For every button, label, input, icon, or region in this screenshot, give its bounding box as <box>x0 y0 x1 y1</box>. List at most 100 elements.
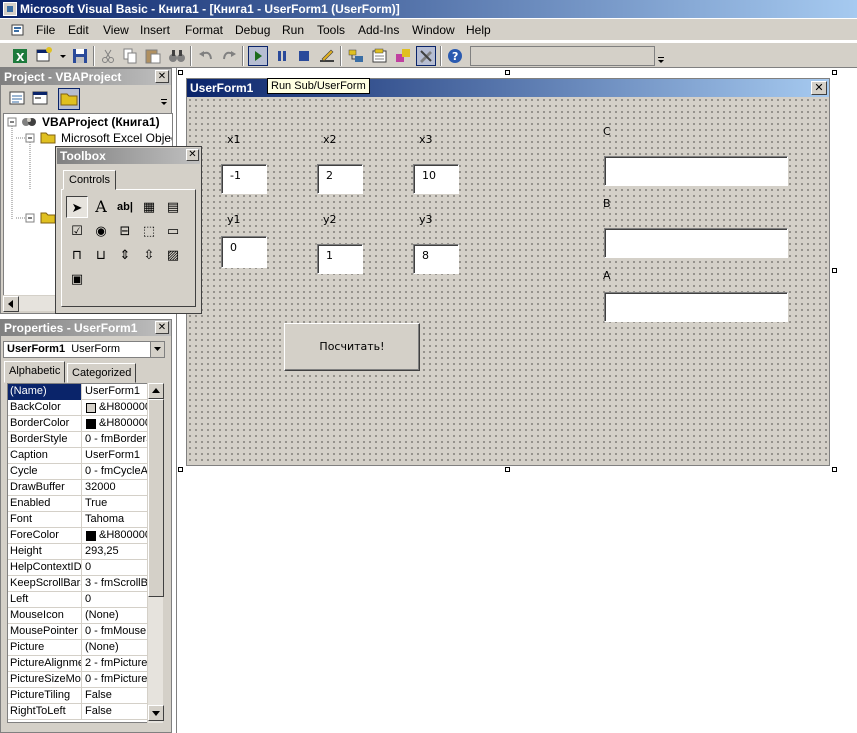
find-icon[interactable] <box>167 46 187 66</box>
design-mode-icon[interactable] <box>317 46 337 66</box>
property-value[interactable]: 0 <box>83 592 149 608</box>
property-row[interactable]: (Name) UserForm1 <box>8 384 148 400</box>
project-explorer-icon[interactable] <box>346 46 366 66</box>
property-value[interactable]: 0 - fmPictureS <box>83 672 149 688</box>
label-b[interactable]: B <box>603 197 611 210</box>
property-row[interactable]: MousePointer 0 - fmMouseP <box>8 624 149 640</box>
property-value[interactable]: (None) <box>83 608 149 624</box>
property-value[interactable]: 0 - fmMouseP <box>83 624 149 640</box>
property-row[interactable]: Height 293,25 <box>8 544 148 560</box>
resize-handle[interactable] <box>178 70 183 75</box>
break-icon[interactable] <box>272 46 292 66</box>
property-row[interactable]: Cycle 0 - fmCycleAl <box>8 464 149 480</box>
property-value[interactable]: 0 - fmBorderS <box>83 432 149 448</box>
excel-icon[interactable]: X <box>10 46 30 66</box>
userform-close-icon[interactable]: ✕ <box>811 81 827 95</box>
textbox-x1[interactable]: -1 <box>221 164 267 194</box>
label-y2[interactable]: y2 <box>323 213 337 226</box>
tool-spinbutton-icon[interactable]: ⇳ <box>138 244 160 266</box>
property-row[interactable]: MouseIcon (None) <box>8 608 148 624</box>
property-value[interactable]: True <box>83 496 149 512</box>
property-value[interactable]: 2 - fmPictureA <box>83 656 149 672</box>
properties-icon[interactable] <box>370 46 390 66</box>
property-value[interactable]: False <box>83 688 149 704</box>
tool-image-icon[interactable]: ▨ <box>162 244 184 266</box>
view-code-icon[interactable] <box>7 88 27 108</box>
run-icon[interactable] <box>248 46 268 66</box>
property-value[interactable]: 0 - fmCycleAl <box>83 464 149 480</box>
cut-icon[interactable] <box>98 46 118 66</box>
tab-alphabetic[interactable]: Alphabetic <box>4 361 66 383</box>
tool-checkbox-icon[interactable]: ☑ <box>66 220 88 242</box>
resize-handle[interactable] <box>832 467 837 472</box>
textbox-b[interactable] <box>604 228 788 258</box>
resize-handle[interactable] <box>505 70 510 75</box>
menu-view[interactable]: View <box>103 23 129 37</box>
label-x3[interactable]: x3 <box>419 133 433 146</box>
property-value[interactable]: (None) <box>83 640 149 656</box>
property-row[interactable]: Enabled True <box>8 496 148 512</box>
property-row[interactable]: BorderStyle 0 - fmBorderS <box>8 432 149 448</box>
tool-optionbutton-icon[interactable]: ◉ <box>90 220 112 242</box>
property-row[interactable]: Caption UserForm1 <box>8 448 148 464</box>
property-value[interactable]: 3 - fmScrollBa <box>83 576 149 592</box>
property-row[interactable]: Font Tahoma <box>8 512 148 528</box>
property-row[interactable]: DrawBuffer 32000 <box>8 480 148 496</box>
property-value[interactable]: Tahoma <box>83 512 149 528</box>
insert-userform-icon[interactable] <box>34 46 54 66</box>
property-value[interactable]: UserForm1 <box>83 448 149 464</box>
label-y3[interactable]: y3 <box>419 213 433 226</box>
label-y1[interactable]: y1 <box>227 213 241 226</box>
vba-menu-icon[interactable] <box>10 22 26 38</box>
property-row[interactable]: BackColor &H800000 <box>8 400 149 416</box>
tool-commandbutton-icon[interactable]: ▭ <box>162 220 184 242</box>
textbox-y3[interactable]: 8 <box>413 244 459 274</box>
property-value[interactable]: UserForm1 <box>83 384 149 400</box>
resize-handle[interactable] <box>505 467 510 472</box>
tool-textbox-icon[interactable]: ab| <box>114 196 136 218</box>
toggle-folders-icon[interactable] <box>58 88 80 110</box>
scroll-left-icon[interactable] <box>3 296 19 312</box>
property-row[interactable]: HelpContextID 0 <box>8 560 148 576</box>
tree-vbaproject[interactable]: VBAProject (Книга1) <box>42 115 160 129</box>
properties-close-icon[interactable]: ✕ <box>155 321 169 334</box>
chevron-down-icon[interactable] <box>150 342 164 357</box>
menu-window[interactable]: Window <box>412 23 455 37</box>
undo-icon[interactable] <box>196 46 216 66</box>
label-x1[interactable]: x1 <box>227 133 241 146</box>
project-toolbar-options-icon[interactable] <box>159 88 169 108</box>
menu-tools[interactable]: Tools <box>317 23 345 37</box>
object-browser-icon[interactable] <box>393 46 413 66</box>
tool-frame-icon[interactable]: ⬚ <box>138 220 160 242</box>
copy-icon[interactable] <box>120 46 140 66</box>
property-row[interactable]: ForeColor &H800000 <box>8 528 149 544</box>
toolbar-options-icon[interactable] <box>656 46 666 66</box>
property-row[interactable]: Left 0 <box>8 592 148 608</box>
menu-help[interactable]: Help <box>466 23 491 37</box>
paste-icon[interactable] <box>143 46 163 66</box>
resize-handle[interactable] <box>832 70 837 75</box>
property-row[interactable]: Picture (None) <box>8 640 148 656</box>
tool-tabstrip-icon[interactable]: ⊓ <box>66 244 88 266</box>
property-value[interactable]: False <box>83 704 149 720</box>
property-row[interactable]: BorderColor &H800000 <box>8 416 149 432</box>
scroll-up-icon[interactable] <box>148 383 164 399</box>
view-object-icon[interactable] <box>30 88 50 108</box>
textbox-x2[interactable]: 2 <box>317 164 363 194</box>
calculate-button[interactable]: Посчитать! <box>284 323 420 371</box>
tool-refedit-icon[interactable]: ▣ <box>66 268 88 290</box>
property-row[interactable]: RightToLeft False <box>8 704 148 720</box>
textbox-a[interactable] <box>604 292 788 322</box>
tool-select-objects-icon[interactable]: ➤ <box>66 196 88 218</box>
property-row[interactable]: PictureSizeMod 0 - fmPictureS <box>8 672 149 688</box>
menu-debug[interactable]: Debug <box>235 23 270 37</box>
project-close-icon[interactable]: ✕ <box>155 70 169 83</box>
reset-icon[interactable] <box>294 46 314 66</box>
menu-insert[interactable]: Insert <box>140 23 170 37</box>
save-icon[interactable] <box>70 46 90 66</box>
toolbox-icon[interactable] <box>416 46 436 66</box>
textbox-y2[interactable]: 1 <box>317 244 363 274</box>
property-value[interactable]: 293,25 <box>83 544 149 560</box>
label-x2[interactable]: x2 <box>323 133 337 146</box>
menu-format[interactable]: Format <box>185 23 223 37</box>
